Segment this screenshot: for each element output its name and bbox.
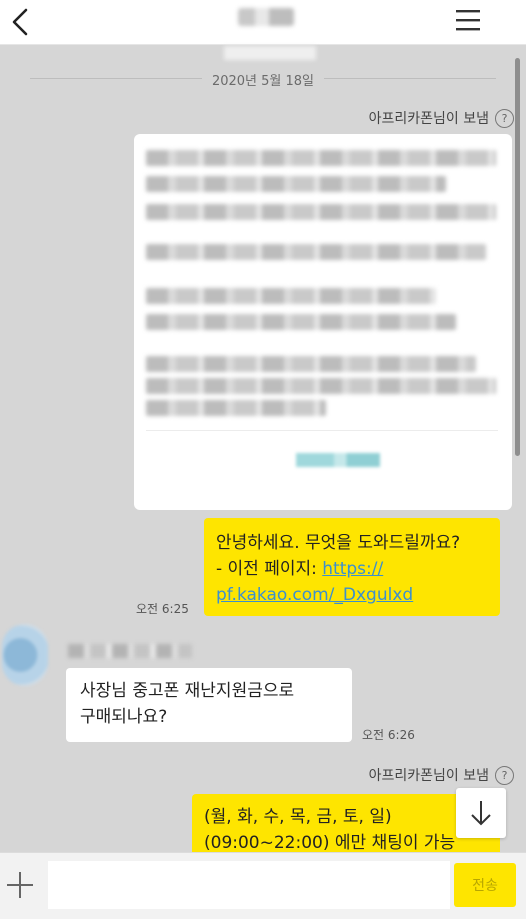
composer-bar: 전송 <box>0 852 526 919</box>
back-button[interactable] <box>4 4 40 40</box>
chat-subtitle-redacted <box>224 46 316 60</box>
redacted-link <box>296 453 380 467</box>
sent-by-text: 아프리카폰님이 보냄 <box>368 768 489 784</box>
chevron-left-icon <box>12 8 28 36</box>
message-input[interactable] <box>48 861 450 909</box>
scroll-to-bottom-button[interactable] <box>456 788 506 838</box>
redacted-text <box>146 150 496 166</box>
sent-by-label: 아프리카폰님이 보냄 ? <box>369 108 514 128</box>
top-bar <box>0 0 526 45</box>
card-message <box>134 134 512 510</box>
greeting-line-1: 안녕하세요. 무엇을 도와드릴까요? <box>216 533 461 553</box>
sent-by-text: 아프리카폰님이 보냄 <box>368 111 489 127</box>
date-text: 2020년 5월 18일 <box>201 74 325 89</box>
previous-page-link-part1[interactable]: https:// <box>322 559 383 579</box>
question-line-2: 구매되나요? <box>80 707 168 727</box>
send-button[interactable]: 전송 <box>454 863 516 907</box>
greeting-line-2: - 이전 페이지: https:// <box>216 559 384 579</box>
sender-name-redacted <box>68 644 192 658</box>
user-question-bubble: 사장님 중고폰 재난지원금으로 구매되나요? <box>66 668 352 742</box>
redacted-text <box>146 204 496 220</box>
chat-title-redacted <box>238 8 294 26</box>
card-link-button[interactable] <box>146 430 498 491</box>
sent-by-label: 아프리카폰님이 보냄 ? <box>369 765 514 785</box>
previous-page-link[interactable]: pf.kakao.com/_Dxgulxd <box>216 585 413 605</box>
help-icon[interactable]: ? <box>495 108 514 128</box>
attach-button[interactable] <box>4 869 36 901</box>
date-divider: 2020년 5월 18일 <box>0 66 526 92</box>
redacted-text <box>146 244 486 260</box>
question-timestamp: 오전 6:26 <box>362 728 415 742</box>
question-line-1: 사장님 중고폰 재난지원금으로 <box>80 681 295 701</box>
avatar[interactable] <box>2 624 48 686</box>
menu-button[interactable] <box>452 6 484 34</box>
bot-hours-bubble: (월, 화, 수, 목, 금, 토, 일) (09:00~22:00) 에만 채… <box>192 794 500 852</box>
greeting-timestamp: 오전 6:25 <box>136 602 189 616</box>
help-icon[interactable]: ? <box>495 765 514 785</box>
redacted-text <box>146 314 456 330</box>
redacted-text <box>146 378 496 394</box>
arrow-down-icon <box>471 801 491 826</box>
scrollbar[interactable] <box>515 58 520 456</box>
bot-greeting-bubble: 안녕하세요. 무엇을 도와드릴까요? - 이전 페이지: https:// pf… <box>204 518 500 616</box>
hamburger-menu-icon <box>456 10 480 31</box>
redacted-text <box>146 176 446 192</box>
plus-icon <box>7 872 33 898</box>
redacted-text <box>146 356 476 372</box>
redacted-text <box>146 288 436 304</box>
redacted-text <box>146 400 326 416</box>
